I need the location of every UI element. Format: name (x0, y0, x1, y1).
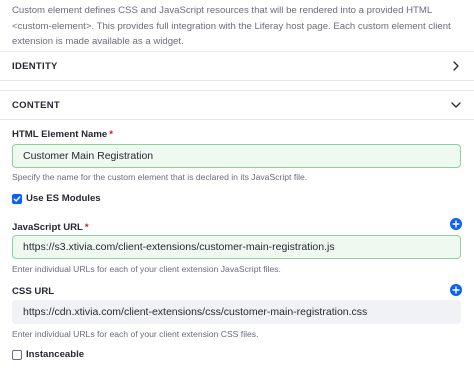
identity-section-header[interactable]: IDENTITY (0, 52, 474, 80)
identity-section-title: IDENTITY (12, 60, 58, 72)
instanceable-row[interactable]: Instanceable (12, 349, 84, 360)
plus-icon (452, 286, 460, 294)
intro-line-3: extension is made available as a widget. (12, 36, 184, 47)
intro-text: Custom element defines CSS and JavaScrip… (12, 3, 467, 50)
javascript-url-value: https://s3.xtivia.com/client-extensions/… (23, 241, 335, 253)
content-section-header[interactable]: CONTENT (0, 91, 474, 119)
javascript-url-label: JavaScript URL * (12, 222, 89, 233)
check-icon (13, 195, 21, 202)
use-es-modules-checkbox[interactable] (12, 193, 22, 204)
content-section-title: CONTENT (12, 99, 61, 111)
html-element-name-label-text: HTML Element Name (12, 129, 108, 140)
required-mark: * (84, 222, 89, 233)
css-url-label: CSS URL (12, 286, 54, 297)
plus-icon (452, 220, 460, 228)
divider (0, 119, 474, 120)
javascript-url-input[interactable]: https://s3.xtivia.com/client-extensions/… (12, 235, 461, 259)
css-url-help: Enter individual URLs for each of your c… (12, 329, 259, 339)
css-url-label-text: CSS URL (12, 286, 55, 297)
javascript-url-label-text: JavaScript URL (12, 222, 83, 233)
use-es-modules-label: Use ES Modules (26, 193, 101, 204)
intro-line-1: Custom element defines CSS and JavaScrip… (12, 5, 433, 16)
add-javascript-url-button[interactable] (450, 218, 462, 230)
chevron-right-icon (450, 60, 462, 72)
chevron-down-icon (450, 99, 462, 111)
divider (0, 80, 474, 81)
instanceable-checkbox[interactable] (12, 349, 22, 360)
html-element-name-input[interactable]: Customer Main Registration (12, 144, 461, 168)
html-element-name-label: HTML Element Name * (12, 129, 113, 140)
css-url-value: https://cdn.xtivia.com/client-extensions… (23, 306, 368, 318)
instanceable-label: Instanceable (26, 349, 85, 360)
html-element-name-value: Customer Main Registration (23, 150, 154, 162)
intro-line-2: <custom-element>. This provides full int… (12, 20, 451, 32)
use-es-modules-row[interactable]: Use ES Modules (12, 193, 101, 204)
html-element-name-help: Specify the name for the custom element … (12, 172, 308, 182)
javascript-url-help: Enter individual URLs for each of your c… (12, 264, 281, 274)
css-url-input[interactable]: https://cdn.xtivia.com/client-extensions… (12, 300, 461, 324)
required-mark: * (109, 129, 113, 140)
add-css-url-button[interactable] (450, 284, 462, 296)
